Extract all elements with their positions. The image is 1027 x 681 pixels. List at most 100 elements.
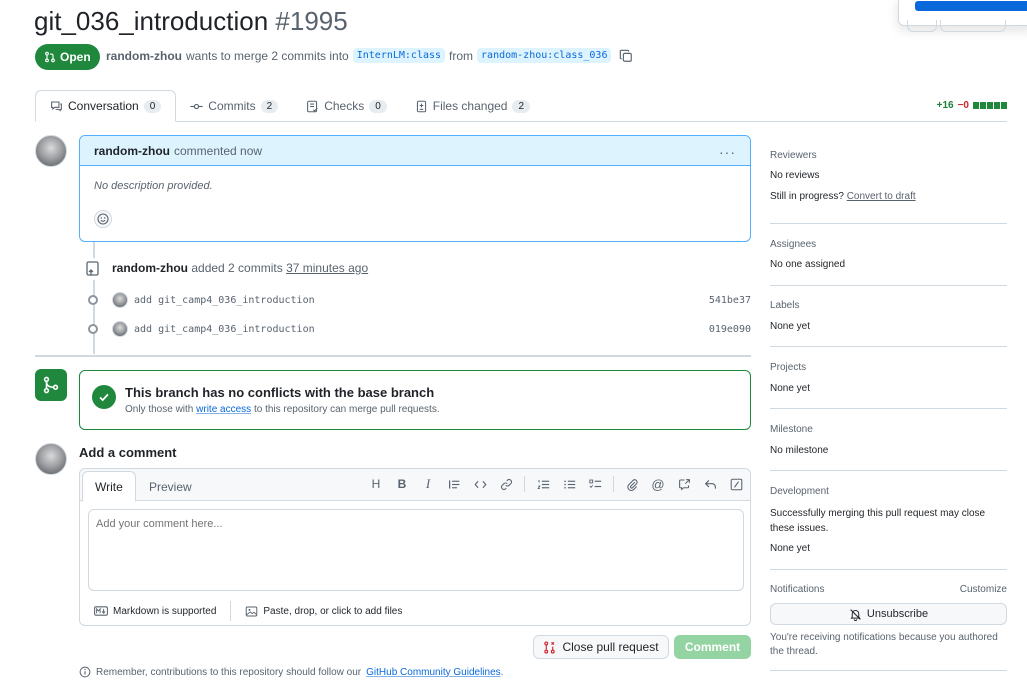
header-edit-button[interactable] [907,20,937,32]
note-period: . [500,666,504,678]
check-circle-icon [92,385,116,409]
event-author[interactable]: random-zhou [112,261,188,275]
paperclip-icon[interactable] [624,475,640,493]
mention-icon[interactable]: @ [650,475,666,493]
pr-meta: random-zhou wants to merge 2 commits int… [106,48,633,63]
close-pull-request-button[interactable]: Close pull request [533,635,669,659]
file-diff-icon [416,100,426,112]
author-link[interactable]: random-zhou [106,49,182,63]
git-pull-request-closed-icon [544,640,556,654]
attach-files-button[interactable]: Paste, drop, or click to add files [231,605,416,618]
repo-push-icon [82,258,104,280]
link-icon[interactable] [498,475,514,493]
projects-value: None yet [770,383,811,394]
diffstat-blocks [973,102,1007,109]
sidebar-divider [770,569,1007,570]
timeline-divider [35,355,751,357]
cross-reference-icon[interactable] [676,475,692,493]
commit-icon [190,103,203,109]
milestone-heading[interactable]: Milestone [770,424,1007,435]
merge-status-subtitle: Only those with write access to this rep… [125,404,440,415]
ordered-list-icon[interactable] [535,475,551,493]
header-code-button[interactable] [940,20,1006,32]
merge-text: wants to merge 2 commits into [186,48,349,63]
comment-editor: Write Preview H B I @ Markdown is suppor… [79,468,751,626]
tab-commits[interactable]: Commits 2 [176,90,292,122]
comment-discussion-icon [51,101,62,112]
add-reaction-button[interactable] [94,210,112,228]
checklist-icon [307,100,318,112]
markdown-supported-link[interactable]: Markdown is supported [80,606,230,617]
editor-footer: Markdown is supported Paste, drop, or cl… [80,597,750,625]
kebab-menu-icon[interactable]: ··· [719,144,736,160]
unordered-list-icon[interactable] [561,475,577,493]
diffstat[interactable]: +16 −0 [937,100,1007,111]
comment-author[interactable]: random-zhou [94,144,170,158]
copy-icon[interactable] [619,49,633,63]
add-comment-heading: Add a comment [79,445,177,460]
popover-primary-button[interactable] [915,1,1027,11]
notification-reason: You're receiving notifications because y… [770,632,998,657]
customize-link[interactable]: Customize [960,584,1007,595]
commit-sha[interactable]: 019e090 [709,324,751,335]
labels-heading[interactable]: Labels [770,300,1007,311]
base-branch[interactable]: InternLM:class [352,48,446,63]
reviewers-heading[interactable]: Reviewers [770,150,1007,161]
comment-submit-button[interactable]: Comment [674,635,751,659]
head-branch[interactable]: random-zhou:class_036 [477,48,612,63]
heading-icon[interactable]: H [368,475,384,493]
author-avatar[interactable] [35,135,67,167]
projects-heading[interactable]: Projects [770,362,1007,373]
commit-message[interactable]: add git_camp4_036_introduction [134,295,315,306]
smiley-icon [97,213,109,225]
tab-conversation[interactable]: Conversation 0 [35,90,177,122]
labels-value: None yet [770,321,811,332]
commit-author-avatar[interactable] [112,321,128,337]
reply-icon[interactable] [702,475,718,493]
event-time[interactable]: 37 minutes ago [286,261,368,275]
commit-dot-icon [88,324,98,334]
community-guidelines-link[interactable]: GitHub Community Guidelines [366,667,501,678]
current-user-avatar[interactable] [35,443,67,475]
sidebar-divider [770,408,1007,409]
assignees-heading[interactable]: Assignees [770,239,1007,250]
sidebar-divider [770,470,1007,471]
unsubscribe-button[interactable]: Unsubscribe [770,603,1007,625]
comment-textarea[interactable] [88,509,744,591]
close-button-label: Close pull request [562,640,659,654]
sidebar-divider [770,223,1007,224]
comment-header: random-zhou commented now [80,136,750,166]
event-text: added 2 commits [191,261,283,275]
quote-icon[interactable] [446,475,462,493]
slash-commands-icon[interactable] [728,475,744,493]
code-icon[interactable] [472,475,488,493]
sidebar-divider [770,285,1007,286]
tab-checks[interactable]: Checks 0 [292,90,401,122]
markdown-toolbar: H B I @ [368,475,744,493]
development-heading[interactable]: Development [770,486,1007,497]
commit-sha[interactable]: 541be37 [709,295,751,306]
milestone-value: No milestone [770,445,829,456]
unsubscribe-label: Unsubscribe [866,608,929,620]
write-access-link[interactable]: write access [196,404,251,415]
editor-header: Write Preview H B I @ [80,469,750,502]
tab-write[interactable]: Write [82,471,136,502]
git-merge-icon [35,369,67,401]
tab-files-changed[interactable]: Files changed 2 [401,90,544,122]
italic-icon[interactable]: I [420,475,436,493]
pr-title: git_036_introduction #1995 [34,6,348,36]
tab-counter: 0 [369,99,387,113]
toolbar-divider [524,476,525,492]
pr-tabs: Conversation 0 Commits 2 Checks 0 Files … [35,90,544,122]
development-text: Successfully merging this pull request m… [770,508,986,534]
tab-preview[interactable]: Preview [137,471,204,502]
convert-to-draft-link[interactable]: Convert to draft [847,191,916,202]
commit-author-avatar[interactable] [112,292,128,308]
info-icon [79,666,91,678]
state-label: Open [60,50,91,64]
development-value: None yet [770,543,811,554]
bold-icon[interactable]: B [394,475,410,493]
task-list-icon[interactable] [587,475,603,493]
commit-message[interactable]: add git_camp4_036_introduction [134,324,315,335]
merge-status-title: This branch has no conflicts with the ba… [125,385,435,400]
